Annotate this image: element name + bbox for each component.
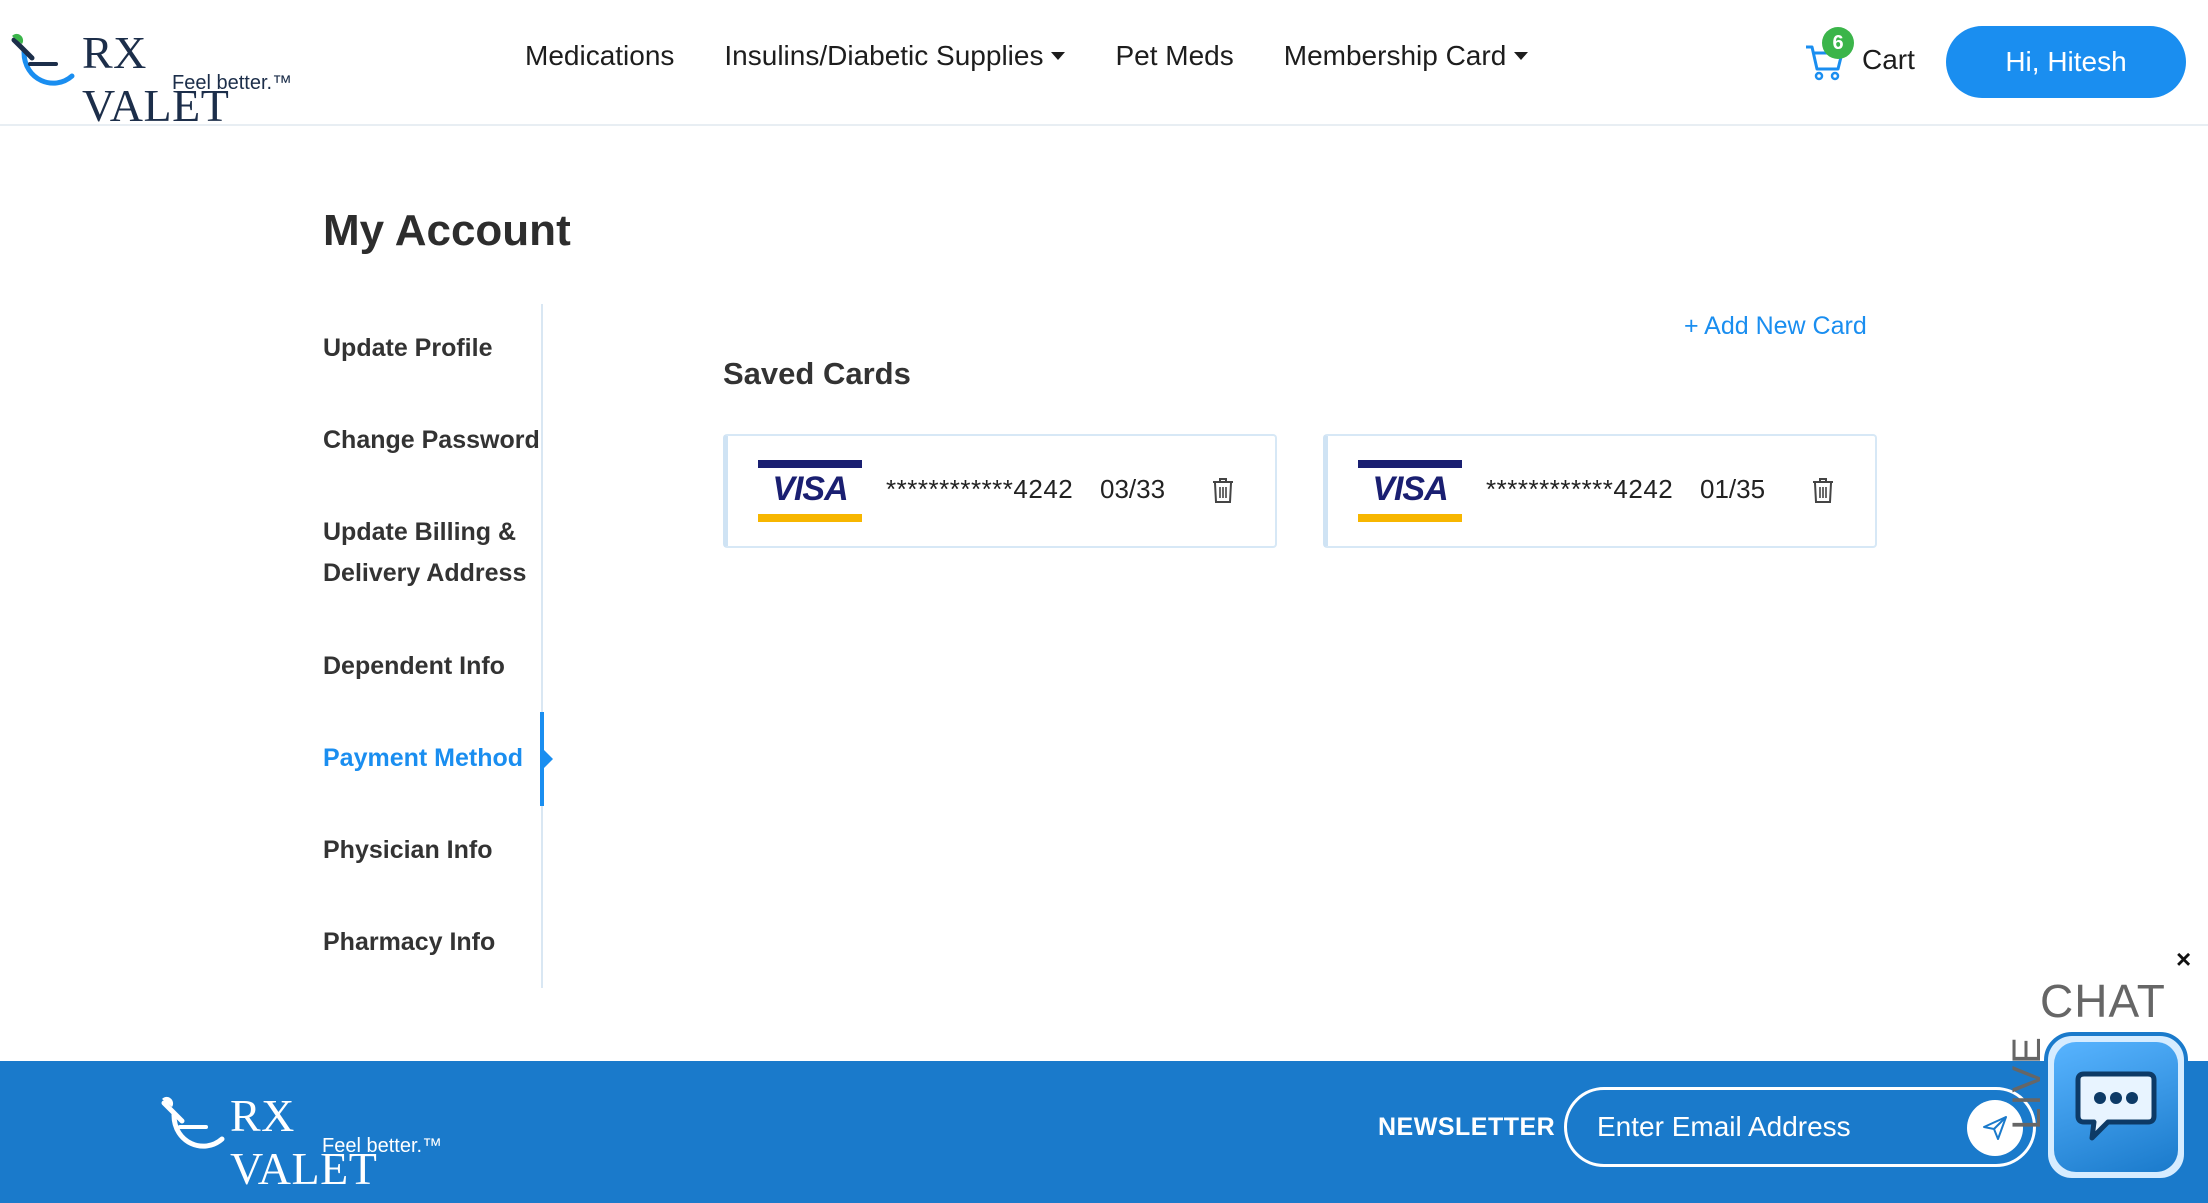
sidebar-item-label: Update Profile (323, 334, 493, 362)
chat-bubble-icon (2075, 1071, 2157, 1141)
nav-membership-card[interactable]: Membership Card (1284, 40, 1529, 72)
brand-tagline: Feel better.™ (172, 72, 293, 94)
nav-insulins-diabetic-supplies[interactable]: Insulins/Diabetic Supplies (724, 40, 1066, 72)
account-sidebar: Update Profile Change Password Update Bi… (323, 304, 553, 988)
sidebar-item-dependent-info[interactable]: Dependent Info (323, 646, 505, 687)
saved-card: VISA ************4242 03/33 (723, 434, 1277, 548)
card-number: ************4242 (1486, 474, 1674, 504)
card-brand: VISA (772, 470, 848, 508)
caret-down-icon (1514, 52, 1529, 60)
sidebar-item-physician-info[interactable]: Physician Info (323, 830, 492, 871)
trash-icon[interactable] (1212, 478, 1234, 504)
active-indicator-arrow (543, 749, 553, 769)
main-nav: Medications Insulins/Diabetic Supplies P… (525, 40, 1578, 72)
cart-count-badge: 6 (1822, 27, 1854, 59)
chat-close-icon[interactable]: × (2176, 944, 2191, 975)
nav-label: Pet Meds (1115, 40, 1234, 71)
brand-logo[interactable]: RX VALET Feel better.™ (10, 26, 300, 131)
site-header: RX VALET Feel better.™ Medications Insul… (0, 0, 2208, 131)
card-expiry: 03/33 (1100, 474, 1166, 504)
nav-pet-meds[interactable]: Pet Meds (1115, 40, 1233, 72)
sidebar-item-label: Payment Method (323, 744, 524, 772)
cart-icon: 6 (1804, 27, 1854, 85)
cart-label: Cart (1862, 44, 1915, 75)
sidebar-item-change-password[interactable]: Change Password (323, 420, 540, 461)
newsletter-email-input[interactable] (1597, 1106, 1937, 1148)
mortar-pestle-icon (11, 33, 75, 86)
sidebar-item-label: Dependent Info (323, 652, 505, 680)
caret-down-icon (1051, 52, 1066, 60)
user-menu-button[interactable]: Hi, Hitesh (1946, 26, 2186, 98)
saved-card: VISA ************4242 01/35 (1323, 434, 1877, 548)
brand-tagline: Feel better.™ (322, 1135, 443, 1157)
trash-icon[interactable] (1812, 478, 1834, 504)
newsletter-form (1564, 1087, 2036, 1167)
saved-cards-title: Saved Cards (723, 356, 911, 391)
visa-logo: VISA (1358, 460, 1462, 522)
chat-title: CHAT (2040, 975, 2166, 1027)
sidebar-item-payment-method[interactable]: Payment Method (323, 738, 523, 779)
newsletter-label: NEWSLETTER (1378, 1113, 1556, 1141)
nav-label: Membership Card (1283, 40, 1507, 71)
page-title: My Account (323, 206, 571, 255)
sidebar-item-label: Delivery Address (323, 559, 527, 587)
card-number: ************4242 (886, 474, 1074, 504)
card-expiry: 01/35 (1700, 474, 1766, 504)
sidebar-item-label: Pharmacy Info (323, 928, 496, 956)
visa-logo: VISA (758, 460, 862, 522)
cart-link[interactable]: 6 Cart (1804, 26, 1924, 86)
mortar-pestle-icon (161, 1096, 225, 1149)
sidebar-item-update-profile[interactable]: Update Profile (323, 328, 492, 369)
site-footer: RX VALET Feel better.™ NEWSLETTER (0, 1061, 2208, 1203)
sidebar-item-pharmacy-info[interactable]: Pharmacy Info (323, 922, 495, 963)
nav-label: Insulins/Diabetic Supplies (724, 40, 1044, 71)
footer-brand-logo[interactable]: RX VALET Feel better.™ (160, 1089, 450, 1194)
sidebar-item-update-billing-delivery[interactable]: Update Billing & Delivery Address (323, 512, 526, 594)
add-new-card-link[interactable]: + Add New Card (1684, 312, 1867, 341)
sidebar-item-label: Physician Info (323, 836, 493, 864)
sidebar-item-label: Change Password (323, 426, 540, 454)
nav-medications[interactable]: Medications (525, 40, 674, 72)
live-chat-button[interactable] (2044, 1032, 2188, 1182)
card-brand: VISA (1372, 470, 1448, 508)
sidebar-item-label: Update Billing & (323, 518, 517, 546)
nav-label: Medications (525, 40, 675, 71)
